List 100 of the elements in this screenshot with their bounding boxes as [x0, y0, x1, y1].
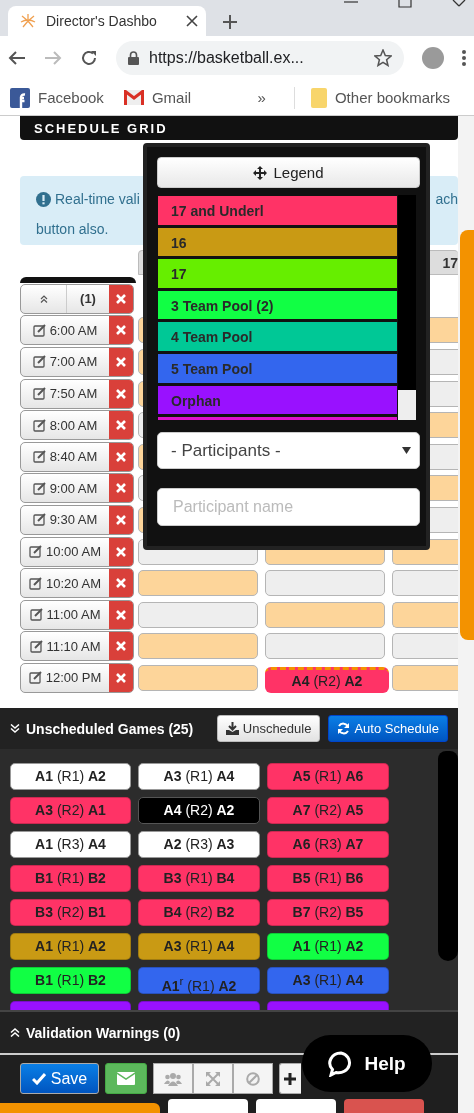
game-chip[interactable]: A7 (R2) A5	[267, 797, 389, 824]
edit-icon	[32, 481, 46, 495]
delete-button[interactable]	[109, 379, 133, 408]
delete-button[interactable]	[109, 663, 133, 692]
delete-button[interactable]	[109, 569, 133, 598]
bookmark-folder[interactable]: Other bookmarks	[310, 87, 450, 108]
expand-icon	[206, 1071, 220, 1086]
legend-item[interactable]: 16	[157, 226, 399, 259]
browser-tab[interactable]: Director's Dashbo	[8, 6, 206, 36]
double-chevron-up-icon[interactable]	[10, 1028, 20, 1037]
add-button[interactable]	[279, 1063, 301, 1094]
expand-button[interactable]	[193, 1063, 233, 1094]
delete-button[interactable]	[109, 284, 133, 313]
game-chip[interactable]: A5 (R1) A6	[267, 763, 389, 790]
maximize-icon[interactable]	[398, 0, 412, 8]
close-icon	[116, 483, 126, 494]
close-icon	[116, 609, 126, 620]
game-chip[interactable]: A1 (R1) A2	[267, 933, 389, 960]
game-chip[interactable]: B1 (R1) B2	[10, 967, 131, 994]
edit-icon	[29, 545, 43, 559]
envelope-icon	[123, 90, 144, 105]
more-icon[interactable]	[462, 50, 466, 66]
edit-icon	[32, 355, 46, 369]
help-button[interactable]: Help	[302, 1035, 432, 1092]
game-chip[interactable]: A2 (R3) A3	[138, 831, 260, 858]
delete-button[interactable]	[109, 537, 133, 566]
game-chip[interactable]: A1 (R3) A4	[10, 831, 131, 858]
forward-icon[interactable]	[44, 50, 62, 66]
unschedule-button[interactable]: Unschedule	[216, 715, 321, 742]
close-icon	[116, 546, 126, 557]
close-icon[interactable]	[452, 0, 466, 8]
game-chip[interactable]: A4 (R2) A2	[138, 797, 260, 824]
lock-icon	[128, 51, 139, 65]
edit-icon	[29, 608, 43, 622]
game-chip[interactable]: A1 (R1) A2	[10, 933, 131, 960]
new-tab-icon[interactable]	[222, 14, 238, 30]
close-icon	[116, 672, 126, 683]
delete-button[interactable]	[109, 474, 133, 503]
edit-icon	[32, 323, 46, 337]
delete-button[interactable]	[109, 411, 133, 440]
game-chip[interactable]: B4 (R2) B2	[138, 899, 260, 926]
delete-button[interactable]	[109, 505, 133, 534]
double-chevron-up-icon	[39, 294, 48, 303]
delete-button[interactable]	[109, 348, 133, 376]
close-icon	[116, 578, 126, 589]
overflow-chevron[interactable]: »	[257, 89, 266, 106]
game-chip[interactable]: B7 (R2) B5	[267, 899, 389, 926]
save-button[interactable]: Save	[20, 1063, 99, 1094]
info-icon	[36, 191, 51, 207]
plus-icon	[284, 1072, 296, 1085]
legend-button[interactable]: Legend	[157, 157, 420, 188]
delete-button[interactable]	[109, 600, 133, 629]
participant-name-field[interactable]: Participant name	[157, 488, 420, 526]
block-button[interactable]	[233, 1063, 273, 1094]
bookmark[interactable]: Facebook	[10, 87, 104, 108]
delete-button[interactable]	[109, 316, 133, 345]
game-chip[interactable]: B3 (R2) B1	[10, 899, 131, 926]
alert-text: button also.	[36, 220, 109, 239]
participants-dropdown[interactable]: - Participants -	[157, 432, 420, 469]
game-chip[interactable]: B5 (R1) B6	[267, 865, 389, 892]
back-icon[interactable]	[8, 50, 26, 66]
game-chip[interactable]: A6 (R3) A7	[267, 831, 389, 858]
double-chevron-down-icon[interactable]	[10, 724, 20, 733]
users-icon	[164, 1071, 182, 1086]
email-button[interactable]	[105, 1063, 147, 1094]
delete-button[interactable]	[109, 632, 133, 661]
close-icon	[116, 357, 126, 367]
scrollbar[interactable]	[438, 751, 458, 961]
game-chip[interactable]: A3 (R1) A4	[138, 763, 260, 790]
edit-icon	[29, 639, 43, 653]
game-chip[interactable]: A4 (R2) A2	[265, 666, 389, 693]
bookmark[interactable]: Gmail	[123, 89, 192, 106]
minimize-icon[interactable]	[344, 0, 358, 6]
legend-item[interactable]: 4 Team Pool	[157, 321, 399, 353]
move-icon	[253, 165, 268, 180]
close-icon[interactable]	[186, 15, 198, 27]
scrollbar[interactable]	[398, 195, 416, 420]
users-button[interactable]	[153, 1063, 193, 1094]
game-chip[interactable]: B3 (R1) B4	[138, 865, 260, 892]
edit-icon	[32, 387, 46, 401]
legend-item[interactable]: 17	[157, 258, 399, 290]
game-chip[interactable]: A1 (R1) A2	[10, 763, 131, 790]
edit-icon	[32, 513, 46, 527]
legend-item[interactable]: 3 Team Pool (2)	[157, 289, 399, 322]
close-icon	[116, 293, 126, 304]
check-icon	[31, 1072, 46, 1085]
reload-icon[interactable]	[80, 49, 98, 67]
game-chip[interactable]: B1 (R1) B2	[10, 865, 131, 892]
bookmark-icon	[10, 87, 30, 108]
close-icon	[116, 325, 126, 336]
delete-button[interactable]	[109, 442, 133, 471]
game-chip[interactable]: A3 (R1) A4	[138, 933, 260, 960]
star-icon[interactable]	[374, 49, 392, 67]
legend-item[interactable]: 17 and Underl	[157, 195, 399, 227]
edit-icon	[28, 671, 42, 685]
page-header: SCHEDULE GRID	[20, 116, 458, 140]
game-chip[interactable]: A3 (R2) A1	[10, 797, 131, 824]
avatar-icon[interactable]	[422, 47, 444, 69]
auto-schedule-button[interactable]: Auto Schedule	[328, 715, 448, 742]
address-bar[interactable]: https://basketball.ex...	[116, 41, 404, 75]
